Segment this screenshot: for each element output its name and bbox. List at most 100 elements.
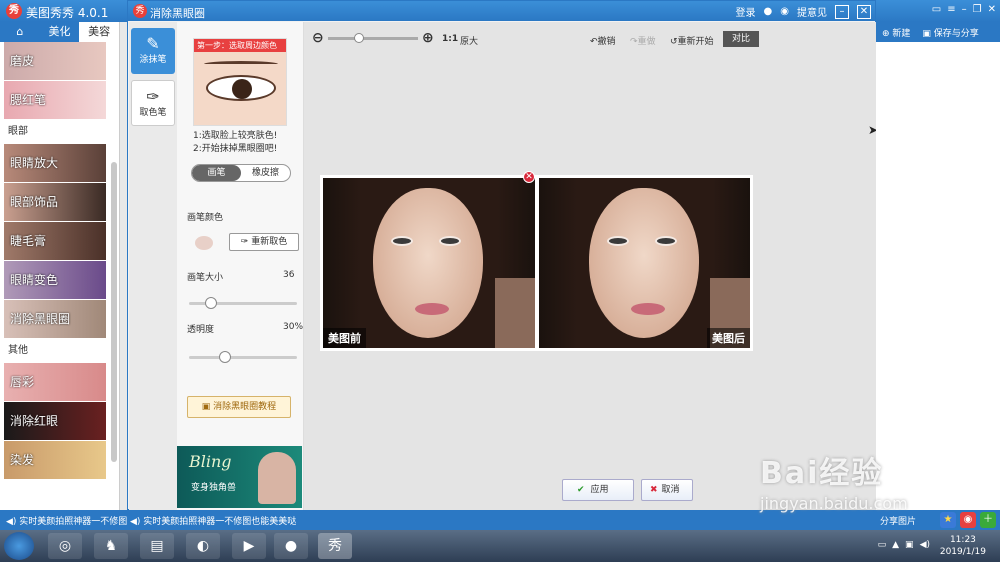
zoom-in-icon[interactable]: ⊕	[422, 30, 434, 46]
dialog-titlebar: 秀 消除黑眼圈 登录 ● ◉ 提意见 – ✕	[128, 1, 875, 21]
clock-date: 2019/1/19	[939, 547, 986, 557]
taskbar-app-meitu[interactable]: 秀	[318, 533, 352, 559]
before-photo[interactable]: 美图前	[323, 178, 535, 348]
zoom-ratio[interactable]: 1:1	[442, 34, 458, 44]
apply-button[interactable]: ✔ 应用	[562, 479, 634, 501]
clock-time: 11:23	[949, 535, 976, 545]
box-icon: ▣	[201, 402, 214, 412]
minimize-button[interactable]: –	[962, 4, 967, 15]
restore-button[interactable]: ❐	[973, 4, 982, 15]
right-titlebar: ▭ ≡ – ❐ ✕	[876, 0, 1000, 22]
list-item-blush[interactable]: 腮红笔	[4, 81, 106, 119]
status-bar: ◀) 实时美颜拍照神器一不修图 ◀) 实时美颜拍照神器一不修图也能美美哒 分享图…	[0, 510, 1000, 530]
brush-color-label: 画笔颜色	[187, 213, 224, 223]
tray-icon[interactable]: ▭	[878, 540, 887, 550]
add-icon[interactable]: ＋	[980, 512, 996, 528]
tab-beautify[interactable]: 美化	[40, 22, 80, 42]
repick-color-button[interactable]: ✑ 重新取色	[229, 233, 299, 251]
tool-label: 取色笔	[139, 108, 167, 118]
ad-banner[interactable]: Bling 变身独角兽	[177, 446, 302, 508]
taskbar-app-firefox[interactable]: ◐	[186, 533, 220, 559]
list-item-mascara[interactable]: 睫毛膏	[4, 222, 106, 260]
watermark-small: jingyan.baidu.com	[760, 494, 908, 513]
category-panel: ⌂ 美化 美容 磨皮 腮红笔 眼部 眼睛放大 眼部饰品 睫毛膏 眼睛变色 消除黑…	[0, 22, 120, 510]
slider-knob[interactable]	[219, 351, 231, 363]
undo-button[interactable]: ↶撤销	[590, 34, 616, 47]
feedback-link[interactable]: 提意见	[797, 4, 827, 19]
slider-knob[interactable]	[205, 297, 217, 309]
tutorial-button[interactable]: ▣ 消除黑眼圈教程	[187, 396, 291, 418]
category-list: 磨皮 腮红笔 眼部 眼睛放大 眼部饰品 睫毛膏 眼睛变色 消除黑眼圈 其他 唇彩…	[4, 42, 106, 510]
ad-model-image	[258, 452, 296, 504]
chat-icon[interactable]: ▭	[932, 4, 941, 15]
tray-icon[interactable]: ▣	[905, 540, 914, 550]
weibo-icon[interactable]: ◉	[780, 6, 789, 17]
close-button[interactable]: ✕	[857, 4, 871, 19]
marquee-text-1[interactable]: ◀) 实时美颜拍照神器一不修图	[6, 514, 127, 527]
weibo-icon[interactable]: ◉	[960, 512, 976, 528]
settings-panel: 第一步：选取周边颜色 1:选取脸上较亮肤色! 2:开始抹掉黑眼圈吧! 画笔 橡皮…	[177, 22, 304, 510]
brush-size-slider[interactable]	[189, 297, 297, 309]
mode-eraser-button[interactable]: 橡皮擦	[241, 165, 290, 181]
before-tag: 美图前	[323, 328, 366, 348]
after-photo[interactable]: 美图后	[538, 178, 750, 348]
cancel-button[interactable]: ✖ 取消	[641, 479, 693, 501]
menu-icon[interactable]: ≡	[947, 4, 955, 15]
volume-icon[interactable]: ◀)	[920, 540, 930, 550]
tray-icon[interactable]: ▲	[892, 540, 899, 550]
opacity-value: 30%	[283, 322, 304, 332]
taskbar-app-360[interactable]: ◎	[48, 533, 82, 559]
marquee-text-2[interactable]: ◀) 实时美颜拍照神器一不修图也能美美哒	[130, 514, 296, 527]
new-button[interactable]: ⊕ 新建	[882, 26, 910, 39]
eyedropper-icon: ✑	[146, 87, 160, 106]
zoom-slider[interactable]	[328, 33, 418, 43]
watermark-big: Bai经验	[760, 456, 884, 491]
taskbar-app-qq[interactable]: ♞	[94, 533, 128, 559]
close-button[interactable]: ✕	[988, 4, 996, 15]
star-icon[interactable]: ★	[940, 512, 956, 528]
taskbar-app-player[interactable]: ▶	[232, 533, 266, 559]
mode-toggle: 画笔 橡皮擦	[191, 164, 291, 182]
taskbar-app-recorder[interactable]: ●	[274, 533, 308, 559]
list-item-eye-color[interactable]: 眼睛变色	[4, 261, 106, 299]
taskbar-app-explorer[interactable]: ▤	[140, 533, 174, 559]
compare-button[interactable]: 对比	[723, 31, 759, 47]
right-panel: ▭ ≡ – ❐ ✕ ⊕ 新建 ▣ 保存与分享	[876, 0, 1000, 510]
list-item-lip[interactable]: 唇彩	[4, 363, 106, 401]
instruction-1: 1:选取脸上较亮肤色!	[193, 131, 278, 141]
tool-label: 涂抹笔	[139, 55, 167, 65]
list-item-hair-dye[interactable]: 染发	[4, 441, 106, 479]
list-item-dark-circle[interactable]: 消除黑眼圈	[4, 300, 106, 338]
original-size-button[interactable]: 原大	[460, 34, 478, 47]
brush-size-value: 36	[283, 270, 295, 280]
qq-icon[interactable]: ●	[764, 6, 773, 17]
app-title: 美图秀秀 4.0.1	[26, 6, 109, 20]
step-label: 第一步：选取周边颜色	[194, 39, 286, 52]
login-link[interactable]: 登录	[736, 4, 756, 19]
list-item-eye-enlarge[interactable]: 眼睛放大	[4, 144, 106, 182]
clock[interactable]: 11:23 2019/1/19	[940, 534, 986, 558]
close-compare-icon[interactable]: ✕	[523, 171, 535, 183]
color-picker-tool[interactable]: ✑ 取色笔	[131, 80, 175, 126]
save-share-button[interactable]: ▣ 保存与分享	[922, 26, 978, 39]
list-item-eye-decor[interactable]: 眼部饰品	[4, 183, 106, 221]
list-item-skin-smooth[interactable]: 磨皮	[4, 42, 106, 80]
minimize-button[interactable]: –	[835, 4, 849, 19]
section-eye: 眼部	[4, 120, 106, 144]
tab-beauty[interactable]: 美容	[79, 22, 120, 42]
slider-knob[interactable]	[354, 33, 364, 43]
smear-brush-tool[interactable]: ✎ 涂抹笔	[131, 28, 175, 74]
eyedropper-icon: ✑	[240, 237, 252, 247]
opacity-slider[interactable]	[189, 351, 297, 363]
mode-brush-button[interactable]: 画笔	[192, 165, 241, 181]
category-scrollbar[interactable]	[111, 162, 117, 462]
right-body	[876, 42, 1000, 510]
home-icon[interactable]: ⌂	[0, 22, 40, 42]
start-button[interactable]	[4, 532, 34, 560]
restart-button[interactable]: ↺重新开始	[670, 34, 714, 47]
meitu-logo-icon: 秀	[133, 4, 147, 18]
list-item-red-eye[interactable]: 消除红眼	[4, 402, 106, 440]
redo-button[interactable]: ↷重做	[630, 34, 656, 47]
brush-size-label: 画笔大小	[187, 273, 224, 283]
zoom-out-icon[interactable]: ⊖	[312, 30, 324, 46]
